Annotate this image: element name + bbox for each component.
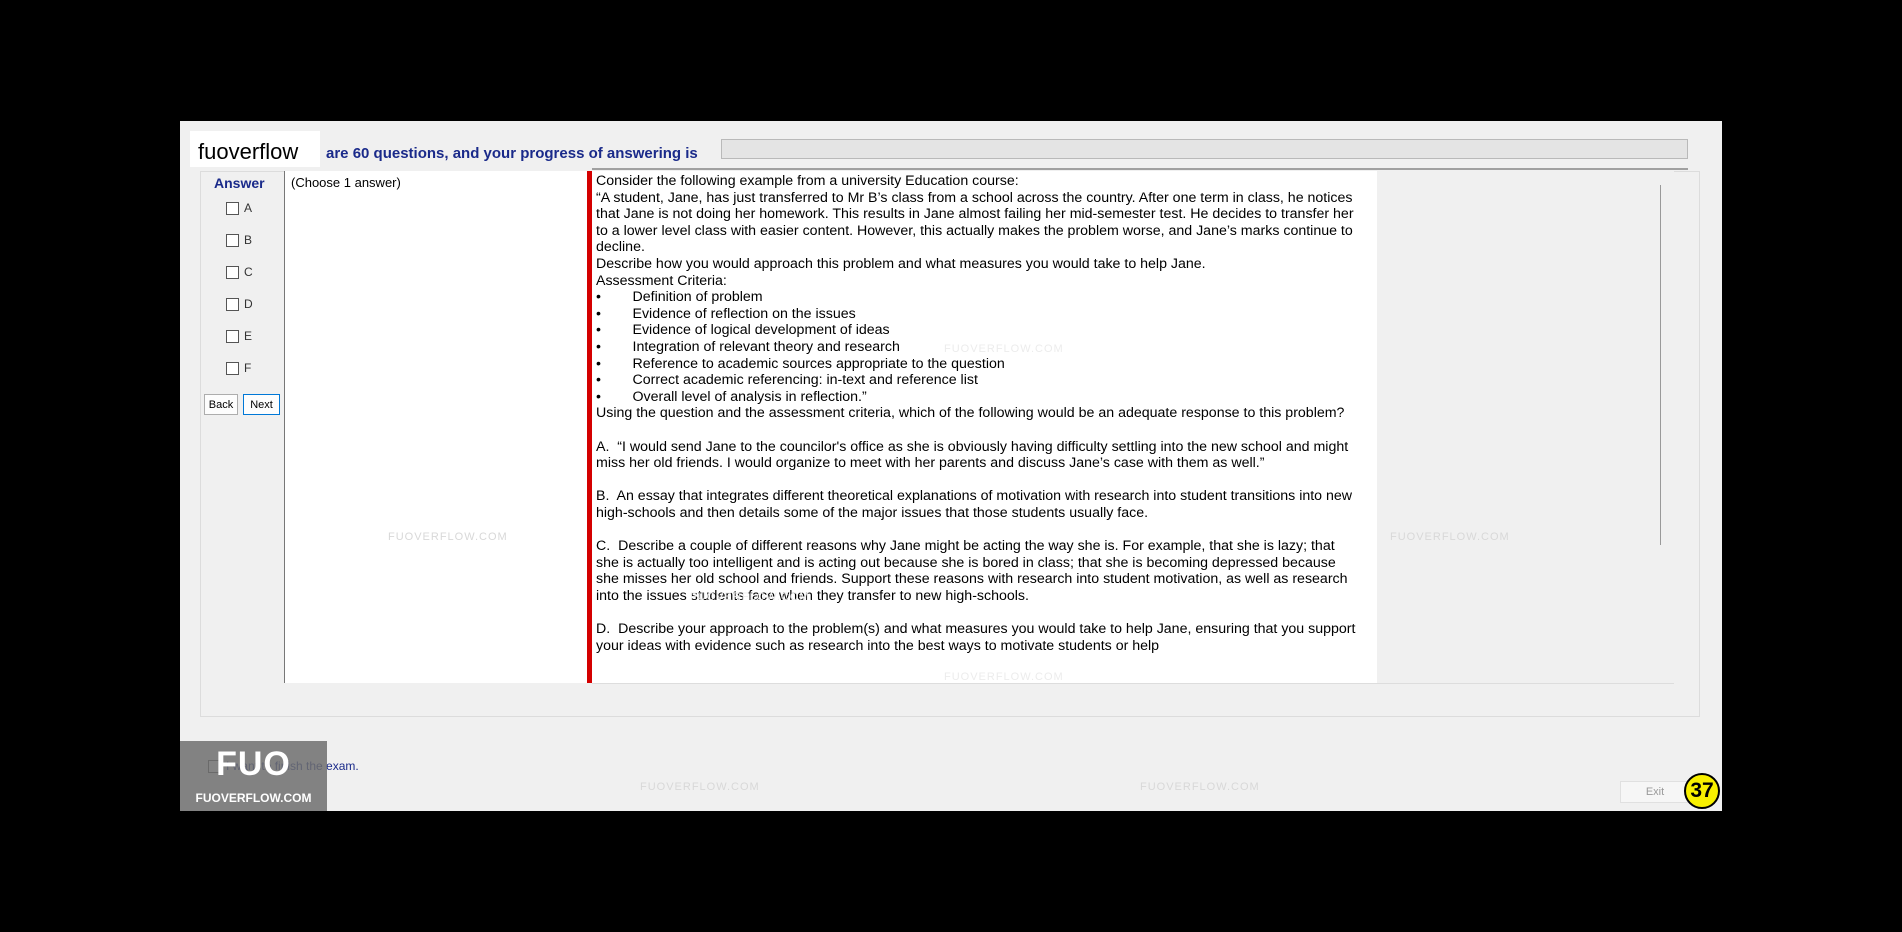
choose-label: (Choose 1 answer) (291, 175, 401, 190)
logo-small-text: FUOVERFLOW.COM (195, 791, 312, 805)
option-e-label: E (244, 329, 253, 343)
option-f[interactable]: F (226, 361, 251, 375)
choose-panel: (Choose 1 answer) (284, 171, 587, 683)
option-a-checkbox[interactable] (226, 201, 239, 215)
watermark: FUOVERFLOW.COM (1390, 531, 1510, 543)
option-d-label: D (244, 297, 253, 311)
question-number-badge: 37 (1684, 773, 1720, 809)
option-f-label: F (244, 361, 252, 375)
progress-bar (721, 139, 1688, 159)
progress-label: are 60 questions, and your progress of a… (326, 145, 698, 162)
watermark: FUOVERFLOW.COM (1140, 781, 1260, 793)
watermark: FUOVERFLOW.COM (640, 781, 760, 793)
fuo-logo: FUO FUOVERFLOW.COM (180, 741, 327, 811)
question-content: Consider the following example from a un… (592, 171, 1674, 683)
option-d[interactable]: D (226, 297, 253, 311)
watermark: FUOVERFLOW.COM (944, 671, 1064, 683)
content-bottom-border (592, 683, 1674, 684)
option-b[interactable]: B (226, 233, 252, 247)
next-button[interactable]: Next (243, 394, 280, 415)
brand-label: fuoverflow (198, 139, 299, 164)
question-text: Consider the following example from a un… (596, 173, 1356, 654)
option-a-label: A (244, 201, 253, 215)
watermark: FUOVERFLOW.COM (944, 343, 1064, 355)
option-d-checkbox[interactable] (226, 297, 239, 311)
option-b-label: B (244, 233, 253, 247)
logo-big-text: FUO (216, 745, 291, 783)
option-b-checkbox[interactable] (226, 233, 239, 247)
watermark: FUOVERFLOW.COM (388, 531, 508, 543)
option-c-label: C (244, 265, 253, 279)
vertical-scrollbar[interactable] (1660, 185, 1661, 545)
option-e-checkbox[interactable] (226, 329, 239, 343)
option-a[interactable]: A (226, 201, 252, 215)
answer-heading: Answer (214, 175, 265, 191)
option-e[interactable]: E (226, 329, 252, 343)
content-top-border (592, 168, 1688, 170)
option-c-checkbox[interactable] (226, 265, 239, 279)
exit-button[interactable]: Exit (1620, 781, 1690, 803)
exam-window: fuoverflow are 60 questions, and your pr… (180, 121, 1722, 811)
watermark: FUOVERFLOW.COM (690, 591, 810, 603)
option-f-checkbox[interactable] (226, 361, 239, 375)
option-c[interactable]: C (226, 265, 253, 279)
content-margin (1377, 171, 1674, 683)
back-button[interactable]: Back (204, 394, 238, 415)
